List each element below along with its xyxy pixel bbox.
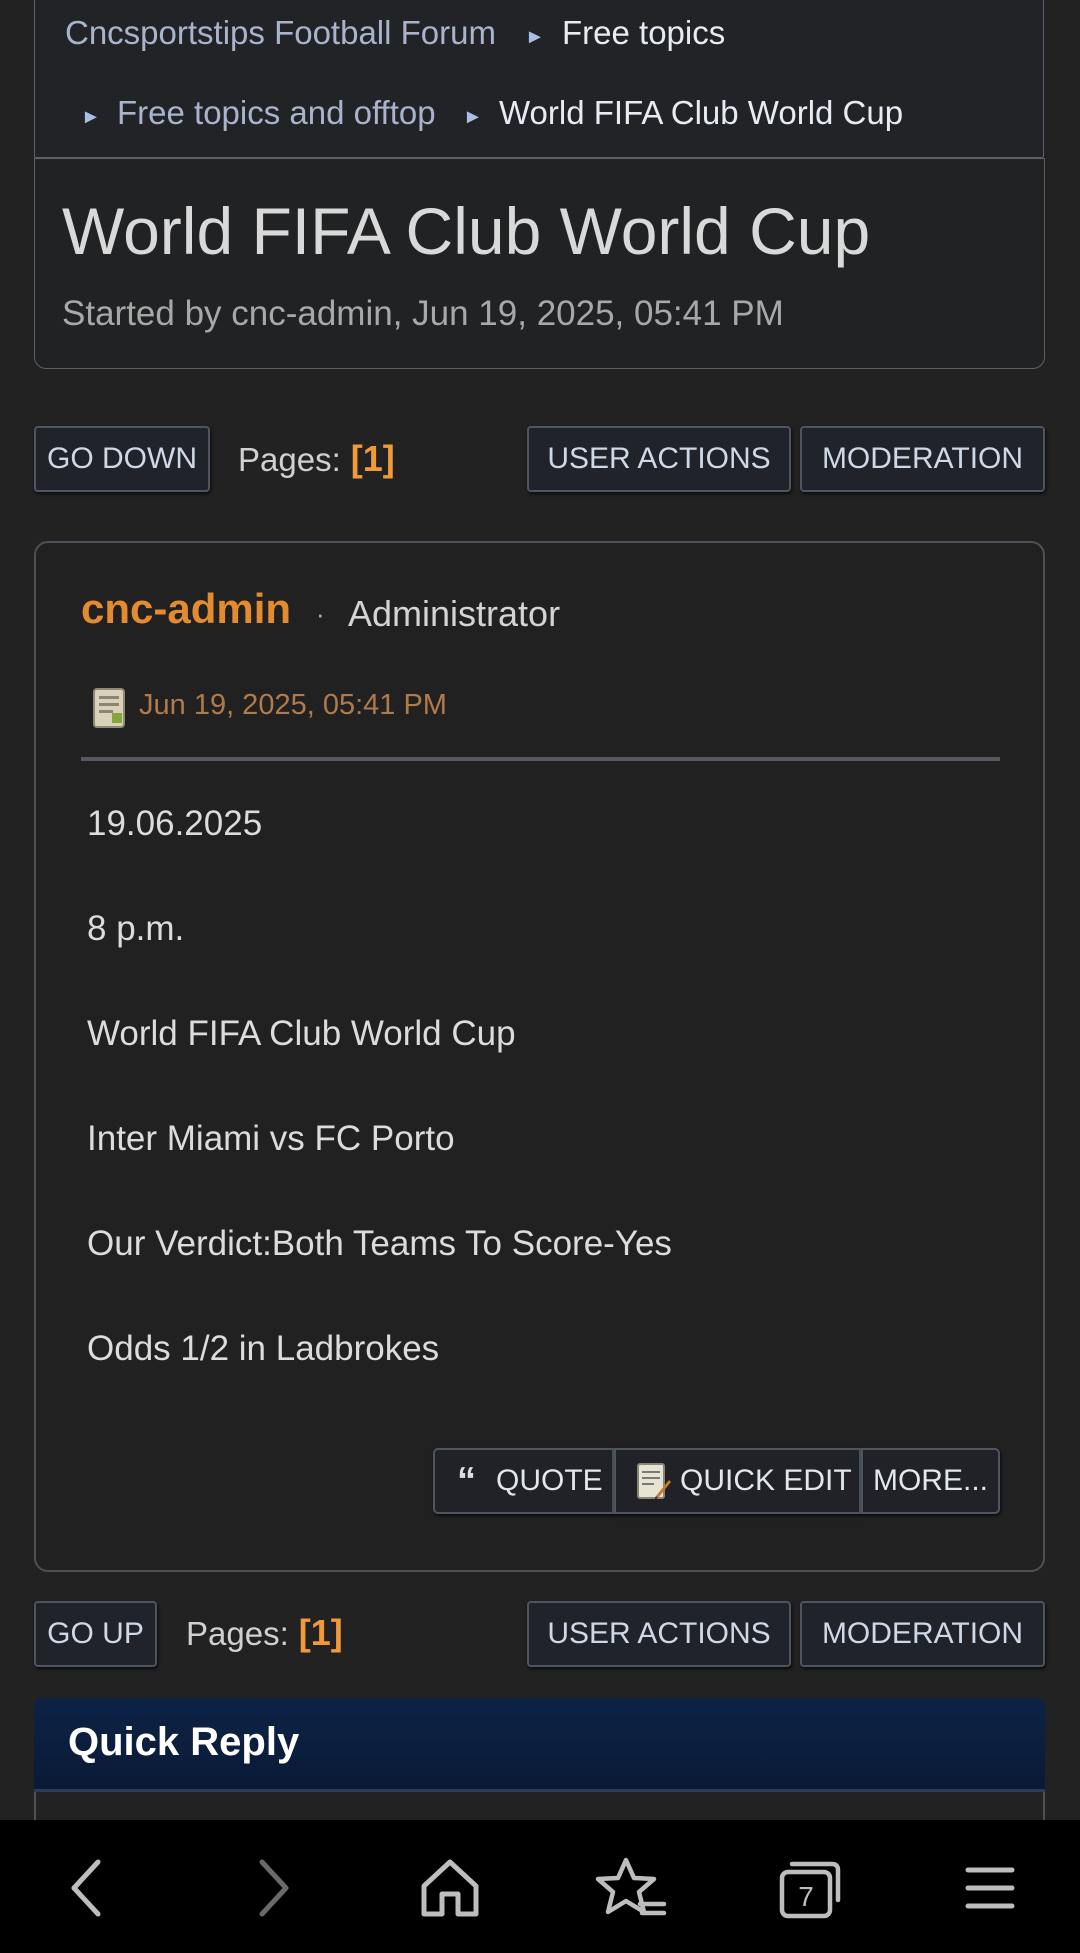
- menu-icon[interactable]: [950, 1848, 1030, 1928]
- topic-header: World FIFA Club World Cup Started by cnc…: [34, 158, 1045, 369]
- quote-label: QUOTE: [496, 1464, 603, 1497]
- poster-name-link[interactable]: cnc-admin: [81, 585, 291, 633]
- pagination: Pages: [1]: [186, 1612, 343, 1654]
- post-body-line: Inter Miami vs FC Porto: [87, 1119, 455, 1158]
- browser-nav-bar: 7: [0, 1820, 1080, 1953]
- user-actions-button[interactable]: USER ACTIONS: [527, 1601, 791, 1667]
- page-number-link[interactable]: [1]: [351, 438, 395, 479]
- quick-edit-label: QUICK EDIT: [680, 1464, 852, 1497]
- back-icon[interactable]: [48, 1848, 128, 1928]
- more-button[interactable]: MORE...: [861, 1448, 1000, 1514]
- breadcrumb: Cncsportstips Football Forum ► Free topi…: [34, 0, 1044, 158]
- document-icon: [93, 688, 125, 728]
- quick-reply-header[interactable]: Quick Reply: [34, 1698, 1045, 1792]
- quote-button[interactable]: “ QUOTE: [433, 1448, 614, 1514]
- poster-role: Administrator: [348, 593, 561, 634]
- quick-edit-button[interactable]: QUICK EDIT: [614, 1448, 861, 1514]
- poster-separator: ·: [316, 599, 325, 629]
- quote-icon: “: [457, 1460, 476, 1502]
- bookmarks-icon[interactable]: [590, 1848, 670, 1928]
- breadcrumb-separator-icon: ►: [463, 106, 483, 128]
- post-body-line: Odds 1/2 in Ladbrokes: [87, 1329, 440, 1368]
- post-divider: [81, 757, 1000, 761]
- moderation-button[interactable]: MODERATION: [800, 426, 1045, 492]
- breadcrumb-forum-link[interactable]: Cncsportstips Football Forum: [65, 14, 496, 52]
- user-actions-button[interactable]: USER ACTIONS: [527, 426, 791, 492]
- post-date-link[interactable]: Jun 19, 2025, 05:41 PM: [139, 689, 447, 722]
- forward-icon[interactable]: [232, 1848, 312, 1928]
- post-body-line: 19.06.2025: [87, 804, 263, 843]
- go-up-button[interactable]: GO UP: [34, 1601, 157, 1667]
- breadcrumb-section-link[interactable]: Free topics: [562, 14, 725, 52]
- topic-started-by: Started by cnc-admin, Jun 19, 2025, 05:4…: [62, 294, 784, 333]
- pages-label: Pages:: [186, 1615, 289, 1652]
- pages-label: Pages:: [238, 441, 341, 478]
- tab-count: 7: [798, 1881, 814, 1912]
- moderation-button[interactable]: MODERATION: [800, 1601, 1045, 1667]
- breadcrumb-separator-icon: ►: [81, 106, 101, 128]
- edit-note-icon: [637, 1463, 671, 1500]
- page-number-link[interactable]: [1]: [299, 1612, 343, 1653]
- go-down-button[interactable]: GO DOWN: [34, 426, 210, 492]
- post-body-line: World FIFA Club World Cup: [87, 1014, 516, 1053]
- topic-title: World FIFA Club World Cup: [62, 194, 871, 268]
- tabs-icon[interactable]: 7: [770, 1848, 850, 1928]
- breadcrumb-topic-link[interactable]: World FIFA Club World Cup: [499, 94, 903, 132]
- post-body-line: 8 p.m.: [87, 909, 185, 948]
- quick-reply-title: Quick Reply: [68, 1720, 300, 1764]
- post: cnc-admin · Administrator Jun 19, 2025, …: [34, 541, 1045, 1572]
- breadcrumb-separator-icon: ►: [525, 26, 545, 48]
- quick-reply-body: [34, 1792, 1045, 1822]
- home-icon[interactable]: [410, 1848, 490, 1928]
- post-body-line: Our Verdict:Both Teams To Score-Yes: [87, 1224, 672, 1263]
- pagination: Pages: [1]: [238, 438, 395, 480]
- breadcrumb-board-link[interactable]: Free topics and offtop: [117, 94, 436, 132]
